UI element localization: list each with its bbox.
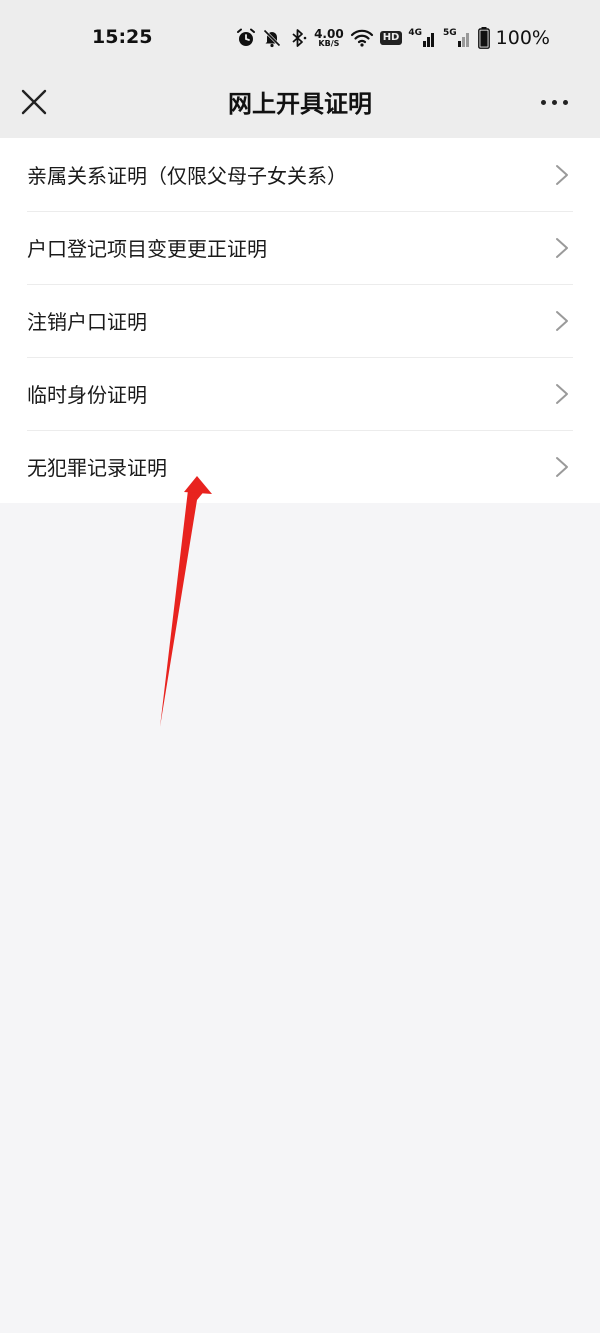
chevron-right-icon	[556, 456, 568, 477]
list-item-label: 亲属关系证明（仅限父母子女关系）	[27, 164, 347, 188]
status-time: 15:25	[92, 26, 153, 48]
alarm-icon	[237, 28, 256, 46]
more-icon	[540, 99, 546, 105]
status-bar: 15:25 4.00 KB/S HD 4G 5G 100%	[0, 0, 600, 76]
list-item-no-criminal-record-certificate[interactable]: 无犯罪记录证明	[0, 430, 600, 503]
network-speed-unit: KB/S	[318, 39, 340, 48]
chevron-right-icon	[556, 383, 568, 404]
more-icon	[551, 99, 557, 105]
signal-4g: 4G	[408, 29, 437, 47]
signal-icon	[423, 33, 435, 47]
page-title: 网上开具证明	[228, 90, 372, 118]
network-speed: 4.00 KB/S	[314, 28, 344, 48]
chevron-right-icon	[556, 237, 568, 258]
list-item-kinship-certificate[interactable]: 亲属关系证明（仅限父母子女关系）	[0, 138, 600, 211]
status-icons: 4.00 KB/S HD 4G 5G 100%	[236, 24, 550, 52]
list-item-household-change-certificate[interactable]: 户口登记项目变更更正证明	[0, 211, 600, 284]
chevron-right-icon	[556, 310, 568, 331]
chevron-right-icon	[556, 164, 568, 185]
signal-5g: 5G	[443, 29, 472, 47]
more-icon	[562, 99, 568, 105]
battery-percent: 100%	[495, 27, 550, 49]
wifi-icon	[350, 29, 373, 47]
bluetooth-icon	[292, 29, 307, 47]
list-item-label: 临时身份证明	[27, 383, 147, 407]
list-item-label: 注销户口证明	[27, 310, 147, 334]
certificate-list: 亲属关系证明（仅限父母子女关系） 户口登记项目变更更正证明 注销户口证明 临时身…	[0, 138, 600, 503]
list-item-label: 户口登记项目变更更正证明	[27, 237, 267, 261]
battery-icon	[477, 27, 490, 49]
list-item-temporary-id-certificate[interactable]: 临时身份证明	[0, 357, 600, 430]
list-item-label: 无犯罪记录证明	[27, 456, 167, 480]
mute-bell-icon	[263, 29, 281, 48]
more-button[interactable]	[534, 84, 574, 120]
signal-icon	[457, 33, 469, 47]
nav-bar: 网上开具证明	[0, 76, 600, 138]
signal-5g-label: 5G	[443, 28, 457, 38]
signal-4g-label: 4G	[408, 28, 423, 38]
hd-badge: HD	[379, 31, 403, 45]
list-item-cancel-household-certificate[interactable]: 注销户口证明	[0, 284, 600, 357]
